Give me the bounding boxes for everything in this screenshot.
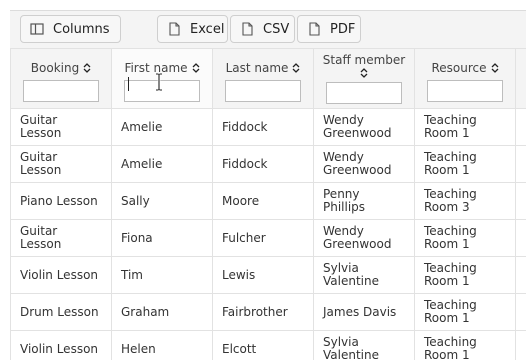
table-row[interactable]: Guitar Lesson Amelie Fiddock Wendy Green… bbox=[10, 108, 526, 146]
export-excel-button[interactable]: Excel bbox=[157, 15, 228, 43]
file-icon bbox=[169, 22, 180, 36]
cell-last-name[interactable]: Elcott bbox=[212, 330, 314, 360]
sort-icon[interactable] bbox=[292, 63, 300, 73]
cell-staff-member[interactable]: Wendy Greenwood bbox=[313, 145, 415, 183]
cell-overflow bbox=[515, 219, 526, 257]
table-row[interactable]: Guitar Lesson Fiona Fulcher Wendy Greenw… bbox=[10, 219, 526, 257]
columns-button[interactable]: Columns bbox=[20, 15, 121, 43]
cell-last-name[interactable]: Moore bbox=[212, 182, 314, 220]
table-row[interactable]: Piano Lesson Sally Moore Penny Phillips … bbox=[10, 182, 526, 220]
header-booking[interactable]: Booking bbox=[10, 48, 112, 109]
cell-last-name[interactable]: Fiddock bbox=[212, 108, 314, 146]
header-row: Booking First name Last name Staff membe… bbox=[10, 48, 526, 109]
cell-resource[interactable]: Teaching Room 1 bbox=[414, 219, 516, 257]
cell-first-name[interactable]: Sally bbox=[111, 182, 213, 220]
header-last-name-label: Last name bbox=[225, 61, 289, 75]
cell-overflow bbox=[515, 145, 526, 183]
file-icon bbox=[309, 22, 320, 36]
cell-first-name[interactable]: Graham bbox=[111, 293, 213, 331]
sort-icon[interactable] bbox=[192, 63, 200, 73]
cell-first-name[interactable]: Amelie bbox=[111, 145, 213, 183]
pdf-button-label: PDF bbox=[330, 21, 356, 37]
header-resource-label: Resource bbox=[431, 61, 487, 75]
cell-overflow bbox=[515, 330, 526, 360]
columns-icon bbox=[30, 23, 44, 35]
filter-staff-member-input[interactable] bbox=[326, 82, 402, 104]
cell-overflow bbox=[515, 108, 526, 146]
header-staff-member-label: Staff member bbox=[322, 53, 406, 67]
cell-booking[interactable]: Violin Lesson bbox=[10, 256, 112, 294]
file-icon bbox=[242, 22, 253, 36]
cell-overflow bbox=[515, 293, 526, 331]
cell-last-name[interactable]: Fairbrother bbox=[212, 293, 314, 331]
text-cursor-icon bbox=[156, 73, 162, 91]
filter-last-name-input[interactable] bbox=[225, 80, 301, 102]
cell-last-name[interactable]: Lewis bbox=[212, 256, 314, 294]
cell-first-name[interactable]: Helen bbox=[111, 330, 213, 360]
cell-resource[interactable]: Teaching Room 1 bbox=[414, 293, 516, 331]
export-pdf-button[interactable]: PDF bbox=[297, 15, 361, 43]
header-resource[interactable]: Resource bbox=[414, 48, 516, 109]
cell-first-name[interactable]: Tim bbox=[111, 256, 213, 294]
header-overflow bbox=[515, 48, 526, 109]
text-caret bbox=[128, 77, 129, 91]
filter-resource-input[interactable] bbox=[427, 80, 503, 102]
cell-staff-member[interactable]: James Davis bbox=[313, 293, 415, 331]
table-row[interactable]: Violin Lesson Tim Lewis Sylvia Valentine… bbox=[10, 256, 526, 294]
bookings-grid: Booking First name Last name Staff membe… bbox=[10, 48, 526, 360]
cell-booking[interactable]: Guitar Lesson bbox=[10, 108, 112, 146]
cell-booking[interactable]: Guitar Lesson bbox=[10, 145, 112, 183]
cell-overflow bbox=[515, 182, 526, 220]
cell-staff-member[interactable]: Sylvia Valentine bbox=[313, 330, 415, 360]
excel-button-label: Excel bbox=[190, 21, 225, 37]
cell-booking[interactable]: Piano Lesson bbox=[10, 182, 112, 220]
cell-resource[interactable]: Teaching Room 1 bbox=[414, 330, 516, 360]
cell-first-name[interactable]: Fiona bbox=[111, 219, 213, 257]
columns-button-label: Columns bbox=[53, 21, 110, 37]
cell-staff-member[interactable]: Sylvia Valentine bbox=[313, 256, 415, 294]
sort-icon[interactable] bbox=[491, 63, 499, 73]
cell-last-name[interactable]: Fiddock bbox=[212, 145, 314, 183]
cell-booking[interactable]: Drum Lesson bbox=[10, 293, 112, 331]
table-row[interactable]: Violin Lesson Helen Elcott Sylvia Valent… bbox=[10, 330, 526, 360]
cell-booking[interactable]: Violin Lesson bbox=[10, 330, 112, 360]
csv-button-label: CSV bbox=[263, 21, 290, 37]
export-csv-button[interactable]: CSV bbox=[230, 15, 295, 43]
bookings-table: Booking First name Last name Staff membe… bbox=[10, 48, 526, 360]
sort-icon[interactable] bbox=[83, 63, 91, 73]
header-staff-member[interactable]: Staff member bbox=[313, 48, 415, 109]
cell-resource[interactable]: Teaching Room 1 bbox=[414, 108, 516, 146]
cell-staff-member[interactable]: Penny Phillips bbox=[313, 182, 415, 220]
toolbar: Columns Excel CSV PDF bbox=[10, 10, 526, 49]
cell-resource[interactable]: Teaching Room 1 bbox=[414, 256, 516, 294]
cell-last-name[interactable]: Fulcher bbox=[212, 219, 314, 257]
cell-first-name[interactable]: Amelie bbox=[111, 108, 213, 146]
cell-resource[interactable]: Teaching Room 1 bbox=[414, 145, 516, 183]
sort-icon[interactable] bbox=[360, 68, 368, 78]
cell-staff-member[interactable]: Wendy Greenwood bbox=[313, 108, 415, 146]
cell-staff-member[interactable]: Wendy Greenwood bbox=[313, 219, 415, 257]
table-row[interactable]: Drum Lesson Graham Fairbrother James Dav… bbox=[10, 293, 526, 331]
filter-booking-input[interactable] bbox=[23, 80, 99, 102]
table-row[interactable]: Guitar Lesson Amelie Fiddock Wendy Green… bbox=[10, 145, 526, 183]
cell-resource[interactable]: Teaching Room 3 bbox=[414, 182, 516, 220]
header-last-name[interactable]: Last name bbox=[212, 48, 314, 109]
cell-overflow bbox=[515, 256, 526, 294]
header-booking-label: Booking bbox=[30, 61, 80, 75]
cell-booking[interactable]: Guitar Lesson bbox=[10, 219, 112, 257]
